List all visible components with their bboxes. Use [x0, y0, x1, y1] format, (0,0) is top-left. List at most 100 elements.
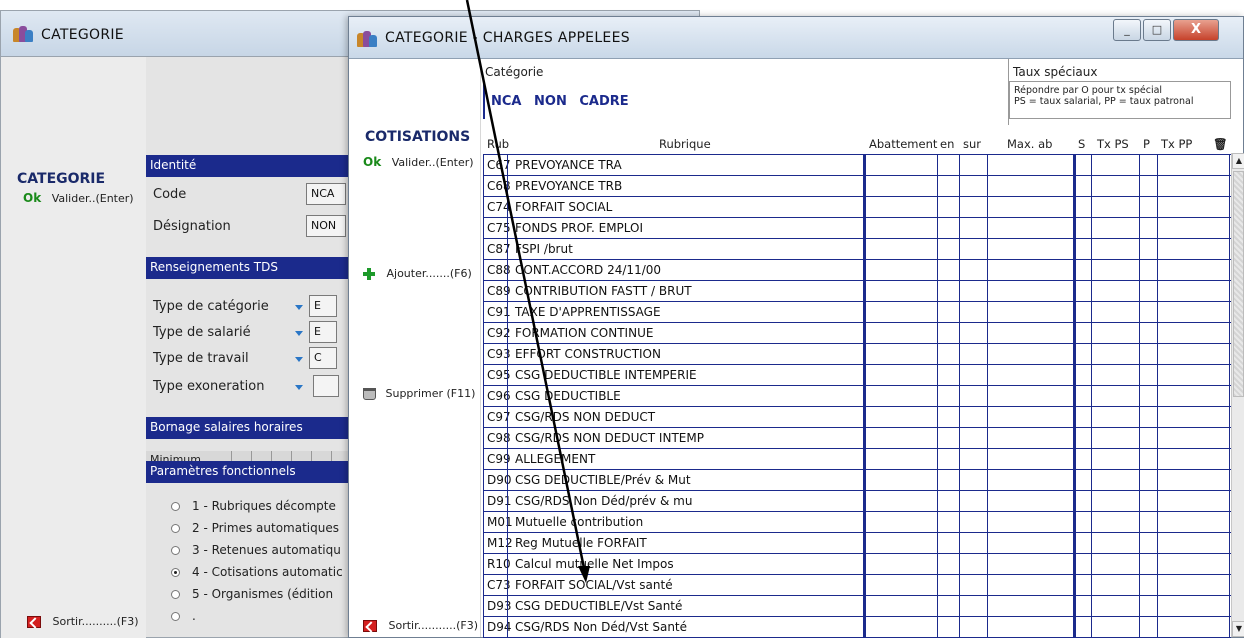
param-label: . [192, 609, 196, 623]
row-rubrique: CONTRIBUTION FASTT / BRUT [515, 284, 692, 298]
plus-icon [363, 268, 375, 280]
delete-column-icon[interactable]: 🗑 [1213, 137, 1228, 151]
table-row[interactable]: C68 PREVOYANCE TRB [483, 176, 1231, 197]
bg-sortir-label: Sortir..........(F3) [52, 615, 139, 628]
row-code: C89 [487, 284, 511, 298]
row-rubrique: Reg Mutuelle FORFAIT [515, 536, 647, 550]
radio-icon [171, 612, 180, 621]
param-radio-2[interactable]: 2 - Primes automatiques [171, 521, 339, 535]
table-row[interactable]: C99 ALLEGEMENT [483, 449, 1231, 470]
categorie-panel: Catégorie NCA NON CADRE [481, 59, 1009, 125]
bg-valider-label: Valider..(Enter) [51, 192, 134, 205]
table-row[interactable]: C75 FONDS PROF. EMPLOI [483, 218, 1231, 239]
radio-icon [171, 590, 180, 599]
taux-title: Taux spéciaux [1013, 65, 1098, 79]
bg-valider-button[interactable]: Ok Valider..(Enter) [23, 191, 134, 205]
row-code: M12 [487, 536, 513, 550]
table-row[interactable]: D91 CSG/RDS Non Déd/prév & mu [483, 491, 1231, 512]
col-abattement[interactable]: Abattement [869, 137, 937, 151]
chevron-down-icon[interactable] [295, 331, 303, 336]
row-rubrique: FORMATION CONTINUE [515, 326, 654, 340]
col-sur[interactable]: sur [963, 137, 981, 151]
row-rubrique: CSG/RDS NON DEDUCT INTEMP [515, 431, 704, 445]
cotisations-title: COTISATIONS [365, 129, 471, 145]
row-rubrique: FONDS PROF. EMPLOI [515, 221, 644, 235]
bg-sortir-button[interactable]: Sortir..........(F3) [27, 615, 139, 628]
exit-icon [27, 616, 41, 628]
param-radio-6[interactable]: . [171, 609, 196, 623]
table-row[interactable]: M01 Mutuelle contribution [483, 512, 1231, 533]
col-en[interactable]: en [940, 137, 954, 151]
table-row[interactable]: C67 PREVOYANCE TRA [483, 155, 1231, 176]
param-radio-5[interactable]: 5 - Organismes (édition [171, 587, 333, 601]
table-row[interactable]: C73 FORFAIT SOCIAL/Vst santé [483, 575, 1231, 596]
trash-icon [363, 388, 376, 400]
param-radio-1[interactable]: 1 - Rubriques décompte [171, 499, 336, 513]
scroll-up-icon[interactable]: ▲ [1232, 153, 1244, 169]
bg-left-title: CATEGORIE [17, 171, 106, 187]
row-code: C87 [487, 242, 511, 256]
table-row[interactable]: D94 CSG/RDS Non Déd/Vst Santé [483, 617, 1231, 638]
table-row[interactable]: C97 CSG/RDS NON DEDUCT [483, 407, 1231, 428]
row-rubrique: CSG DEDUCTIBLE/Prév & Mut [515, 473, 691, 487]
supprimer-label: Supprimer (F11) [385, 387, 476, 400]
col-p[interactable]: P [1143, 137, 1150, 151]
sortir-label: Sortir...........(F3) [388, 619, 479, 632]
chevron-down-icon[interactable] [295, 357, 303, 362]
row-code: C74 [487, 200, 511, 214]
close-button[interactable]: X [1173, 19, 1219, 41]
identite-header: Identité [146, 155, 356, 177]
table-row[interactable]: C92 FORMATION CONTINUE [483, 323, 1231, 344]
ajouter-label: Ajouter.......(F6) [386, 267, 472, 280]
minimize-button[interactable]: _ [1113, 19, 1141, 41]
table-row[interactable]: R10 Calcul mutuelle Net Impos [483, 554, 1231, 575]
app-icon [13, 26, 33, 42]
table-scrollbar[interactable]: ▲ ▼ [1231, 153, 1244, 637]
table-row[interactable]: C88 CONT.ACCORD 24/11/00 [483, 260, 1231, 281]
col-tx-ps[interactable]: Tx PS [1097, 137, 1129, 151]
table-row[interactable]: C87 FSPI /brut [483, 239, 1231, 260]
valider-button[interactable]: Ok Valider..(Enter) [363, 155, 474, 169]
type-exoneration-field[interactable] [313, 375, 339, 397]
categorie-label: Catégorie [485, 65, 544, 79]
cotisations-command-panel: COTISATIONS Ok Valider..(Enter) Ajouter.… [355, 59, 481, 637]
scroll-down-icon[interactable]: ▼ [1232, 621, 1244, 637]
code-field[interactable]: NCA [306, 183, 346, 205]
param-radio-3[interactable]: 3 - Retenues automatiqu [171, 543, 341, 557]
scroll-thumb[interactable] [1233, 171, 1244, 397]
type-travail-field[interactable]: C [309, 347, 337, 369]
param-label: 4 - Cotisations automatic [192, 565, 343, 579]
ok-icon: Ok [363, 155, 382, 169]
table-row[interactable]: C93 EFFORT CONSTRUCTION [483, 344, 1231, 365]
ajouter-button[interactable]: Ajouter.......(F6) [363, 267, 472, 280]
col-max-ab[interactable]: Max. ab [1007, 137, 1052, 151]
col-tx-pp[interactable]: Tx PP [1161, 137, 1192, 151]
radio-icon [171, 524, 180, 533]
table-row[interactable]: D90 CSG DEDUCTIBLE/Prév & Mut [483, 470, 1231, 491]
row-code: C75 [487, 221, 511, 235]
col-rubrique[interactable]: Rubrique [659, 137, 711, 151]
param-radio-4[interactable]: 4 - Cotisations automatic [171, 565, 343, 579]
table-row[interactable]: M12 Reg Mutuelle FORFAIT [483, 533, 1231, 554]
type-salarie-field[interactable]: E [309, 321, 337, 343]
table-row[interactable]: D93 CSG DEDUCTIBLE/Vst Santé [483, 596, 1231, 617]
chevron-down-icon[interactable] [295, 305, 303, 310]
col-s[interactable]: S [1078, 137, 1085, 151]
sortir-button[interactable]: Sortir...........(F3) [363, 619, 478, 632]
radio-selected-icon [171, 568, 180, 577]
supprimer-button[interactable]: Supprimer (F11) [363, 387, 475, 400]
maximize-button[interactable]: □ [1143, 19, 1171, 41]
row-rubrique: PREVOYANCE TRB [515, 179, 623, 193]
table-row[interactable]: C91 TAXE D'APPRENTISSAGE [483, 302, 1231, 323]
type-categorie-field[interactable]: E [309, 295, 337, 317]
table-row[interactable]: C96 CSG DEDUCTIBLE [483, 386, 1231, 407]
col-rub[interactable]: Rub [487, 137, 509, 151]
app-icon [357, 31, 377, 47]
designation-field[interactable]: NON [306, 215, 346, 237]
table-row[interactable]: C89 CONTRIBUTION FASTT / BRUT [483, 281, 1231, 302]
table-row[interactable]: C95 CSG DEDUCTIBLE INTEMPERIE [483, 365, 1231, 386]
chevron-down-icon[interactable] [295, 385, 303, 390]
table-row[interactable]: C98 CSG/RDS NON DEDUCT INTEMP [483, 428, 1231, 449]
row-rubrique: CSG DEDUCTIBLE/Vst Santé [515, 599, 683, 613]
table-row[interactable]: C74 FORFAIT SOCIAL [483, 197, 1231, 218]
